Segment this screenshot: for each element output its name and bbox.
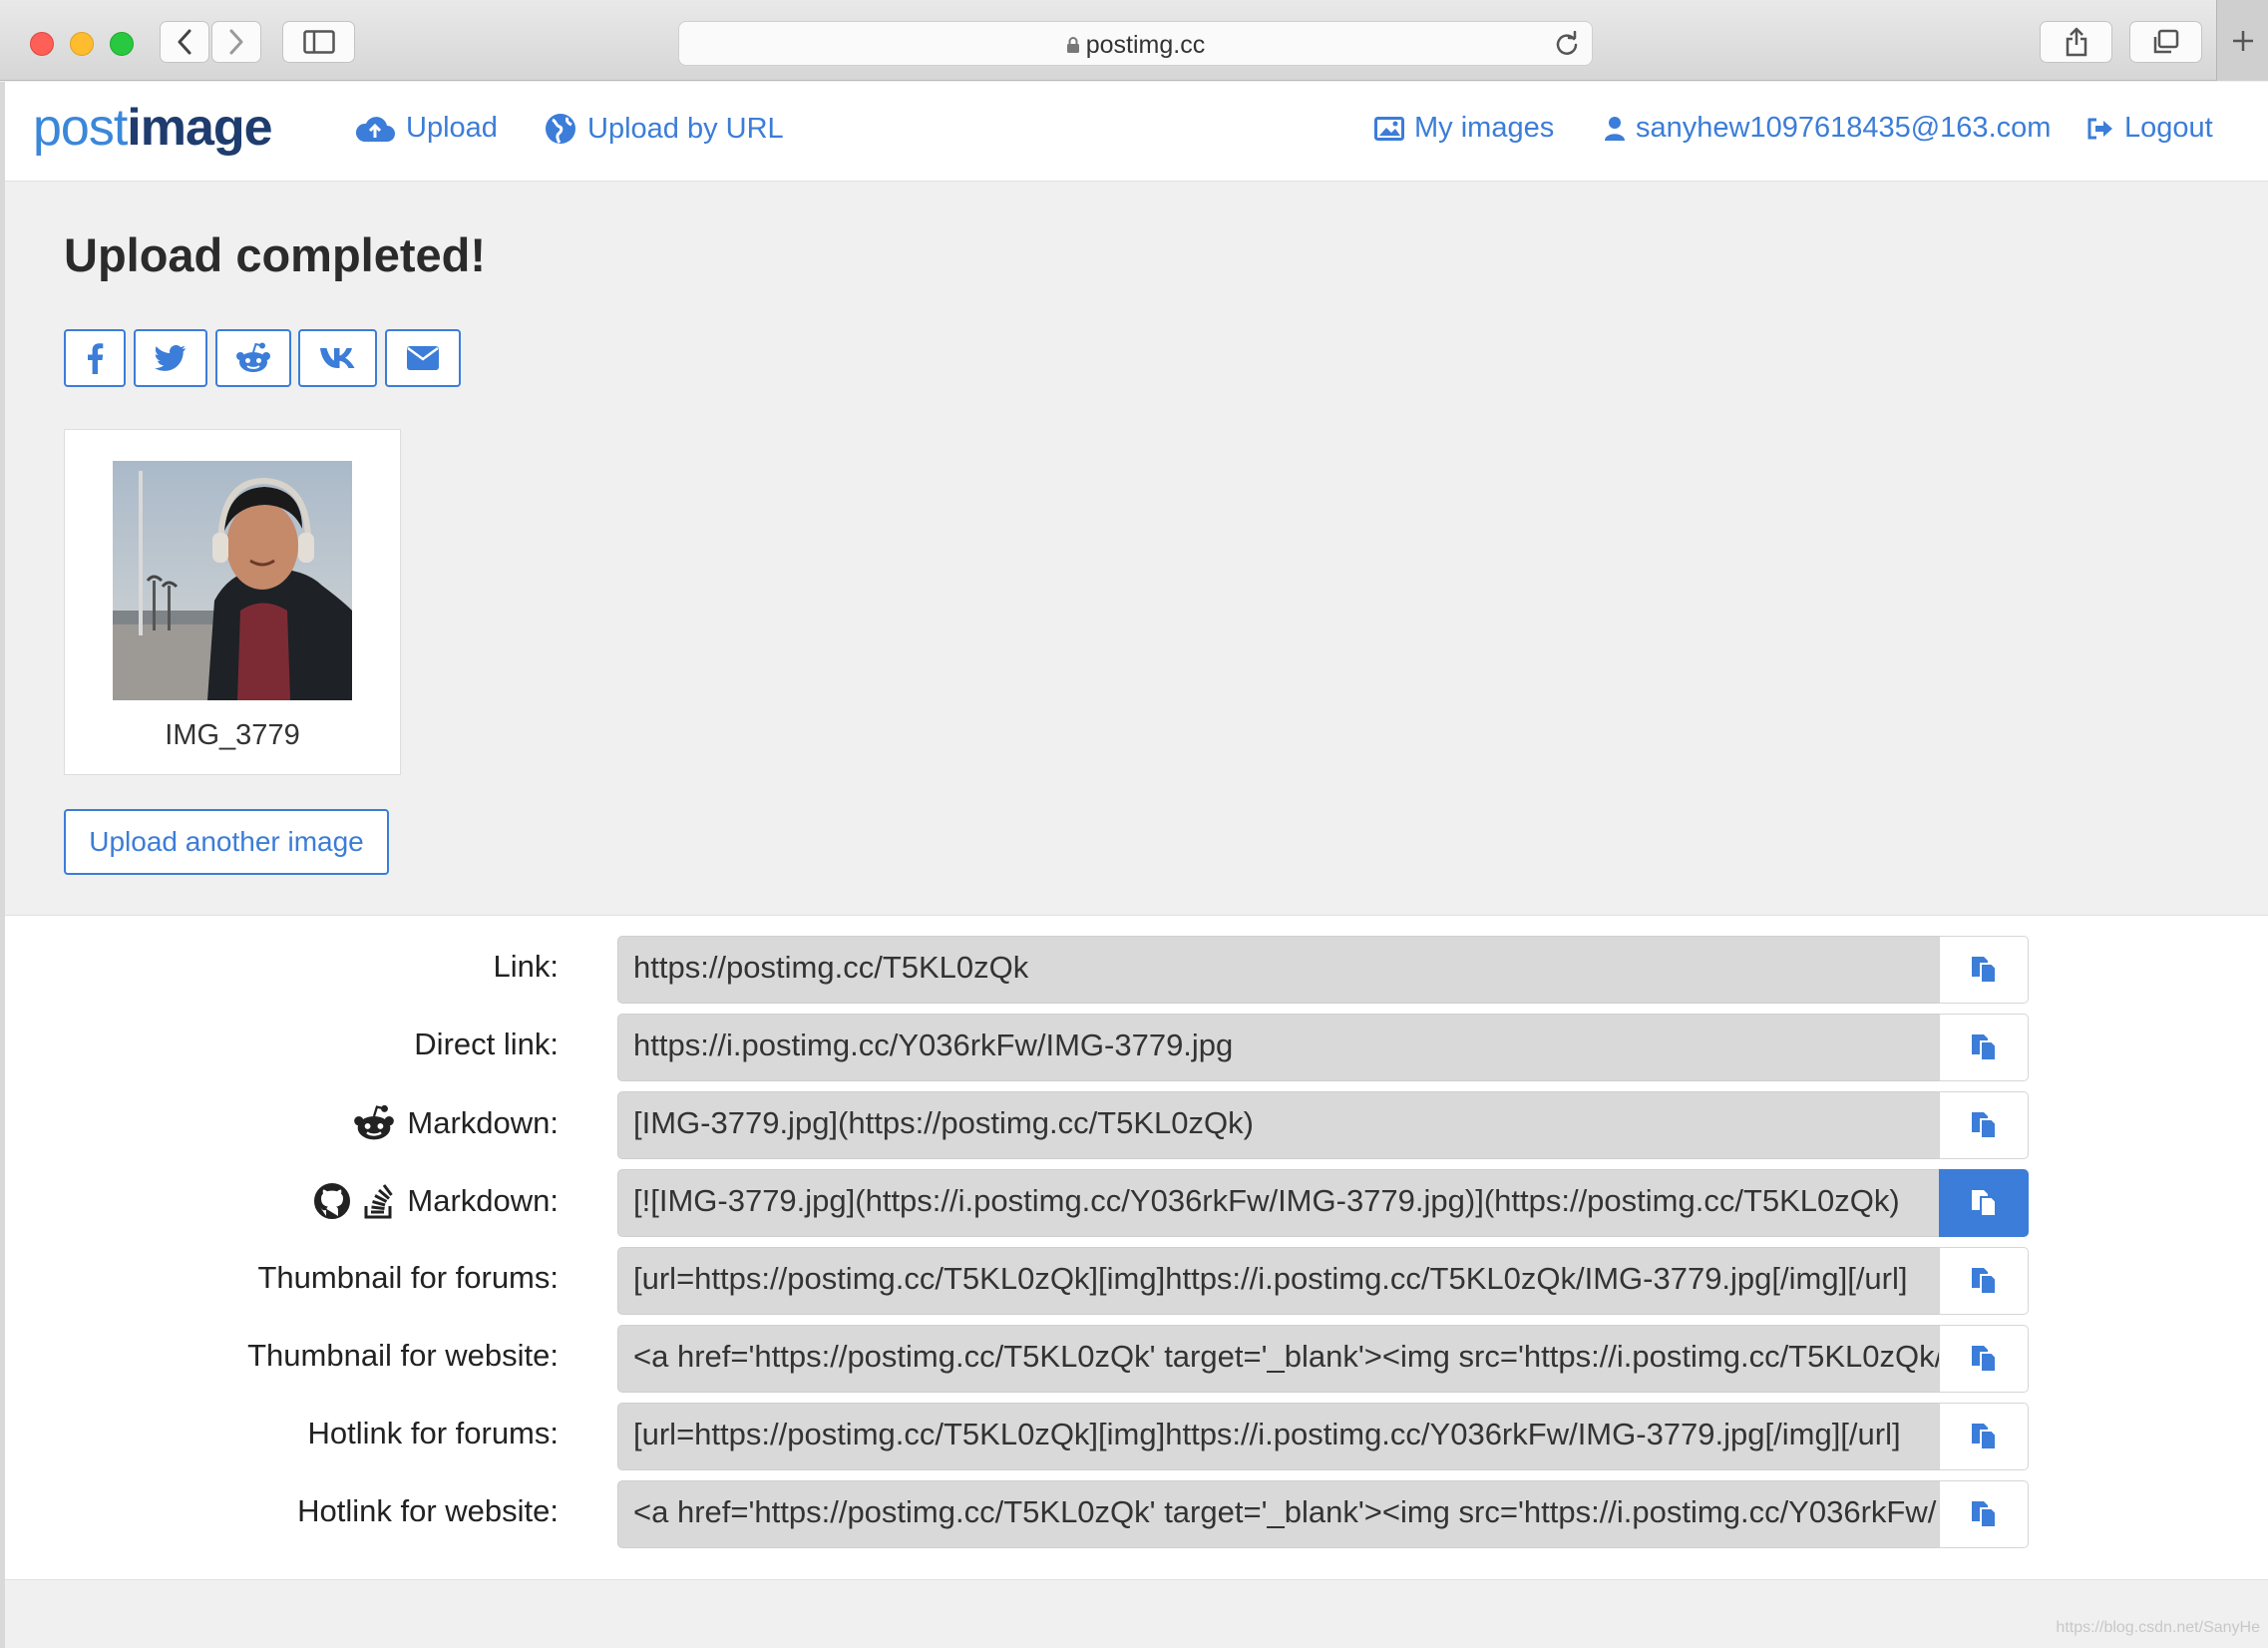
- user-icon: [1605, 116, 1625, 141]
- copy-icon: [1972, 1346, 1997, 1373]
- link-row: Link: https://postimg.cc/T5KL0zQk: [5, 936, 2268, 1004]
- hotlink-website-row-label: Hotlink for website:: [297, 1493, 559, 1528]
- globe-icon: [546, 114, 575, 144]
- vk-icon: [319, 348, 354, 368]
- copy-hotlink-forums-button[interactable]: [1939, 1403, 2029, 1470]
- stackoverflow-icon: [364, 1184, 394, 1219]
- back-button[interactable]: [160, 21, 209, 63]
- reload-icon[interactable]: [1554, 31, 1580, 57]
- thumbnail-forums-row: Thumbnail for forums: [url=https://posti…: [5, 1247, 2268, 1315]
- direct-link-row-label: Direct link:: [414, 1027, 559, 1061]
- nav-upload-link[interactable]: Upload: [354, 112, 498, 145]
- nav-account-link[interactable]: sanyhew1097618435@163.com: [1604, 112, 2051, 145]
- nav-upload-by-url-label: Upload by URL: [587, 112, 784, 145]
- nav-account-label: sanyhew1097618435@163.com: [1636, 112, 2052, 144]
- minimize-window-button[interactable]: [70, 32, 94, 56]
- sidebar-icon: [302, 30, 335, 54]
- zoom-window-button[interactable]: [110, 32, 134, 56]
- twitter-icon: [155, 345, 186, 371]
- share-icon: [2066, 27, 2086, 57]
- reddit-icon: [354, 1104, 395, 1140]
- markdown-github-row-label: Markdown:: [407, 1183, 559, 1218]
- copy-markdown-reddit-button[interactable]: [1939, 1091, 2029, 1159]
- image-icon: [1374, 116, 1404, 141]
- copy-thumbnail-forums-button[interactable]: [1939, 1247, 2029, 1315]
- hotlink-forums-row: Hotlink for forums: [url=https://postimg…: [5, 1403, 2268, 1470]
- site-navbar: postimage Upload Upload by URL My images…: [5, 82, 2268, 182]
- share-links-panel: Link: https://postimg.cc/T5KL0zQk Direct…: [5, 915, 2268, 1580]
- nav-upload-by-url-link[interactable]: Upload by URL: [544, 112, 784, 146]
- thumbnail-website-field[interactable]: <a href='https://postimg.cc/T5KL0zQk' ta…: [617, 1325, 1940, 1393]
- logout-icon: [2087, 118, 2112, 139]
- markdown-github-field[interactable]: [![IMG-3779.jpg](https://i.postimg.cc/Y0…: [617, 1169, 1940, 1237]
- nav-my-images-label: My images: [1414, 112, 1555, 144]
- postimage-logo[interactable]: postimage: [33, 98, 273, 158]
- nav-logout-link[interactable]: Logout: [2086, 112, 2213, 145]
- nav-my-images-link[interactable]: My images: [1374, 112, 1554, 145]
- thumbnail-website-row: Thumbnail for website: <a href='https://…: [5, 1325, 2268, 1393]
- image-caption: IMG_3779: [165, 719, 300, 751]
- chevron-left-icon: [178, 29, 191, 55]
- facebook-icon: [88, 343, 104, 374]
- github-icon: [314, 1183, 351, 1219]
- thumbnail-forums-field[interactable]: [url=https://postimg.cc/T5KL0zQk][img]ht…: [617, 1247, 1940, 1315]
- page-title: Upload completed!: [64, 228, 487, 281]
- copy-direct-link-button[interactable]: [1939, 1014, 2029, 1081]
- forward-button[interactable]: [211, 21, 261, 63]
- envelope-icon: [407, 346, 439, 370]
- link-field[interactable]: https://postimg.cc/T5KL0zQk: [617, 936, 1940, 1004]
- hotlink-website-field[interactable]: <a href='https://postimg.cc/T5KL0zQk' ta…: [617, 1480, 1940, 1548]
- markdown-reddit-field[interactable]: [IMG-3779.jpg](https://postimg.cc/T5KL0z…: [617, 1091, 1940, 1159]
- browser-toolbar: postimg.cc: [0, 0, 2268, 81]
- reddit-icon: [236, 342, 270, 372]
- markdown-github-row: Markdown: [![IMG-3779.jpg](https://i.pos…: [5, 1169, 2268, 1237]
- cloud-upload-icon: [355, 116, 395, 142]
- copy-icon: [1972, 1190, 1997, 1217]
- nav-logout-label: Logout: [2124, 112, 2213, 144]
- link-row-label: Link:: [493, 949, 559, 984]
- upload-another-image-button[interactable]: Upload another image: [64, 809, 389, 875]
- thumbnail-forums-row-label: Thumbnail for forums:: [257, 1260, 560, 1295]
- copy-icon: [1972, 1424, 1997, 1450]
- direct-link-field[interactable]: https://i.postimg.cc/Y036rkFw/IMG-3779.j…: [617, 1014, 1940, 1081]
- tabs-icon: [2153, 29, 2178, 54]
- uploaded-image-card: IMG_3779: [64, 429, 401, 775]
- chevron-right-icon: [229, 29, 243, 55]
- new-tab-button[interactable]: [2216, 0, 2268, 81]
- address-bar[interactable]: postimg.cc: [678, 21, 1593, 66]
- share-email-button[interactable]: [385, 329, 461, 387]
- address-text: postimg.cc: [1085, 31, 1206, 59]
- uploaded-image-thumbnail[interactable]: [113, 461, 352, 700]
- share-page-button[interactable]: [2040, 21, 2112, 63]
- thumbnail-website-row-label: Thumbnail for website:: [247, 1338, 559, 1373]
- close-window-button[interactable]: [30, 32, 54, 56]
- copy-hotlink-website-button[interactable]: [1939, 1480, 2029, 1548]
- watermark: https://blog.csdn.net/SanyHe: [2056, 1619, 2260, 1636]
- photo-thumbnail: [113, 461, 352, 700]
- share-reddit-button[interactable]: [215, 329, 291, 387]
- hotlink-website-row: Hotlink for website: <a href='https://po…: [5, 1480, 2268, 1548]
- hotlink-forums-field[interactable]: [url=https://postimg.cc/T5KL0zQk][img]ht…: [617, 1403, 1940, 1470]
- copy-icon: [1972, 1112, 1997, 1139]
- share-twitter-button[interactable]: [134, 329, 207, 387]
- hotlink-forums-row-label: Hotlink for forums:: [307, 1416, 559, 1450]
- share-facebook-button[interactable]: [64, 329, 126, 387]
- markdown-reddit-row-label: Markdown:: [407, 1105, 559, 1140]
- sidebar-toggle-button[interactable]: [282, 21, 355, 63]
- tabs-overview-button[interactable]: [2129, 21, 2202, 63]
- copy-icon: [1972, 1501, 1997, 1528]
- copy-thumbnail-website-button[interactable]: [1939, 1325, 2029, 1393]
- copy-icon: [1972, 957, 1997, 984]
- nav-upload-label: Upload: [406, 112, 498, 144]
- copy-icon: [1972, 1268, 1997, 1295]
- copy-icon: [1972, 1034, 1997, 1061]
- markdown-reddit-row: Markdown: [IMG-3779.jpg](https://postimg…: [5, 1091, 2268, 1159]
- copy-markdown-github-button[interactable]: [1939, 1169, 2029, 1237]
- share-vk-button[interactable]: [298, 329, 377, 387]
- direct-link-row: Direct link: https://i.postimg.cc/Y036rk…: [5, 1014, 2268, 1081]
- copy-link-button[interactable]: [1939, 936, 2029, 1004]
- plus-icon: [2233, 30, 2253, 51]
- lock-icon: [1066, 37, 1079, 53]
